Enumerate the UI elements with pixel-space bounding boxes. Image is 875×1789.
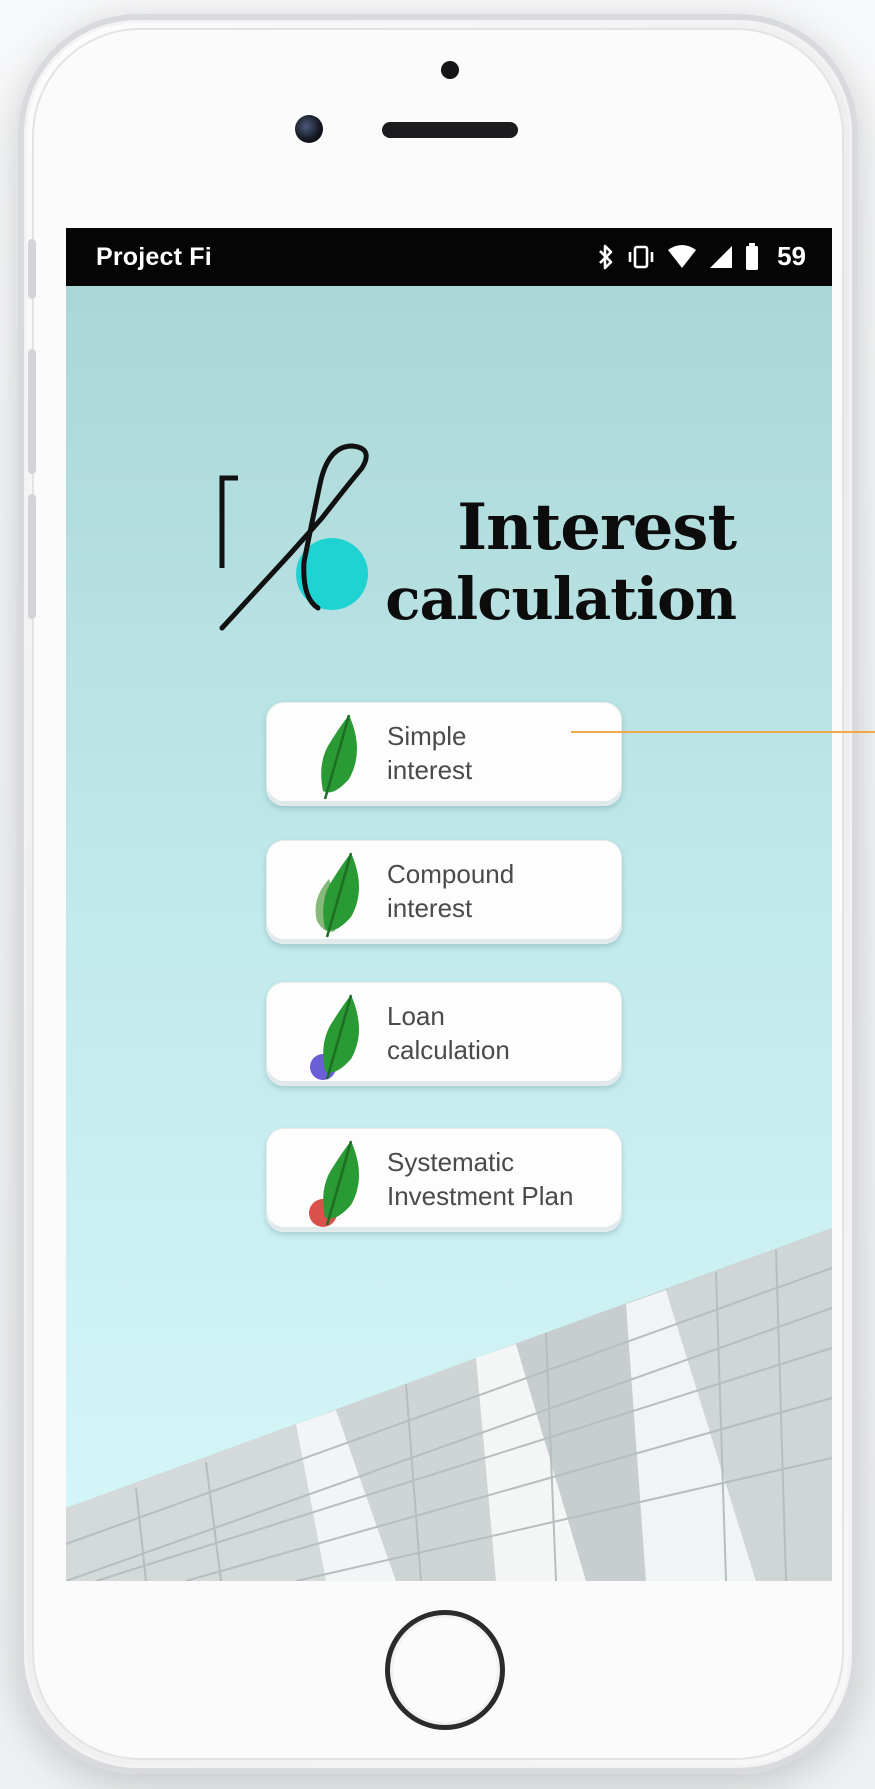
app-title-line1: Interest [457, 490, 737, 565]
device-mockup: Project Fi 59 Interest calculation Simpl… [0, 0, 875, 1789]
loan-calculation-button[interactable]: Loan calculation [266, 982, 622, 1086]
earpiece-speaker [382, 122, 518, 138]
app-title-line2: calculation [385, 565, 737, 633]
vibrate-icon [628, 245, 654, 268]
status-time: 59 [777, 241, 806, 271]
volume-up-button [28, 349, 36, 474]
double-leaf-icon [315, 852, 359, 938]
wifi-icon [668, 244, 697, 268]
loan-calculation-label: Loan calculation [387, 1001, 510, 1065]
mute-switch [28, 239, 36, 299]
proximity-sensor [441, 61, 459, 79]
app-title: Interest calculation [296, 490, 737, 633]
compound-interest-label: Compound interest [387, 859, 515, 923]
leaf-purple-circle-icon [310, 994, 359, 1080]
simple-interest-button[interactable]: Simple interest [266, 702, 622, 806]
status-icons: 59 [597, 241, 806, 272]
battery-icon [746, 242, 759, 270]
simple-interest-label: Simple interest [387, 721, 473, 785]
annotation-callout-line [571, 731, 875, 733]
signal-icon [710, 245, 733, 268]
home-button[interactable] [385, 1610, 505, 1730]
front-camera [295, 115, 323, 143]
volume-down-button [28, 494, 36, 619]
compound-interest-button[interactable]: Compound interest [266, 840, 622, 944]
leaf-icon [321, 714, 357, 800]
app-screen: Project Fi 59 Interest calculation Simpl… [66, 228, 832, 1581]
status-bar: Project Fi 59 [66, 228, 832, 286]
carrier-label: Project Fi [96, 243, 212, 271]
bluetooth-icon [599, 244, 613, 269]
building-background-image [66, 1228, 832, 1581]
